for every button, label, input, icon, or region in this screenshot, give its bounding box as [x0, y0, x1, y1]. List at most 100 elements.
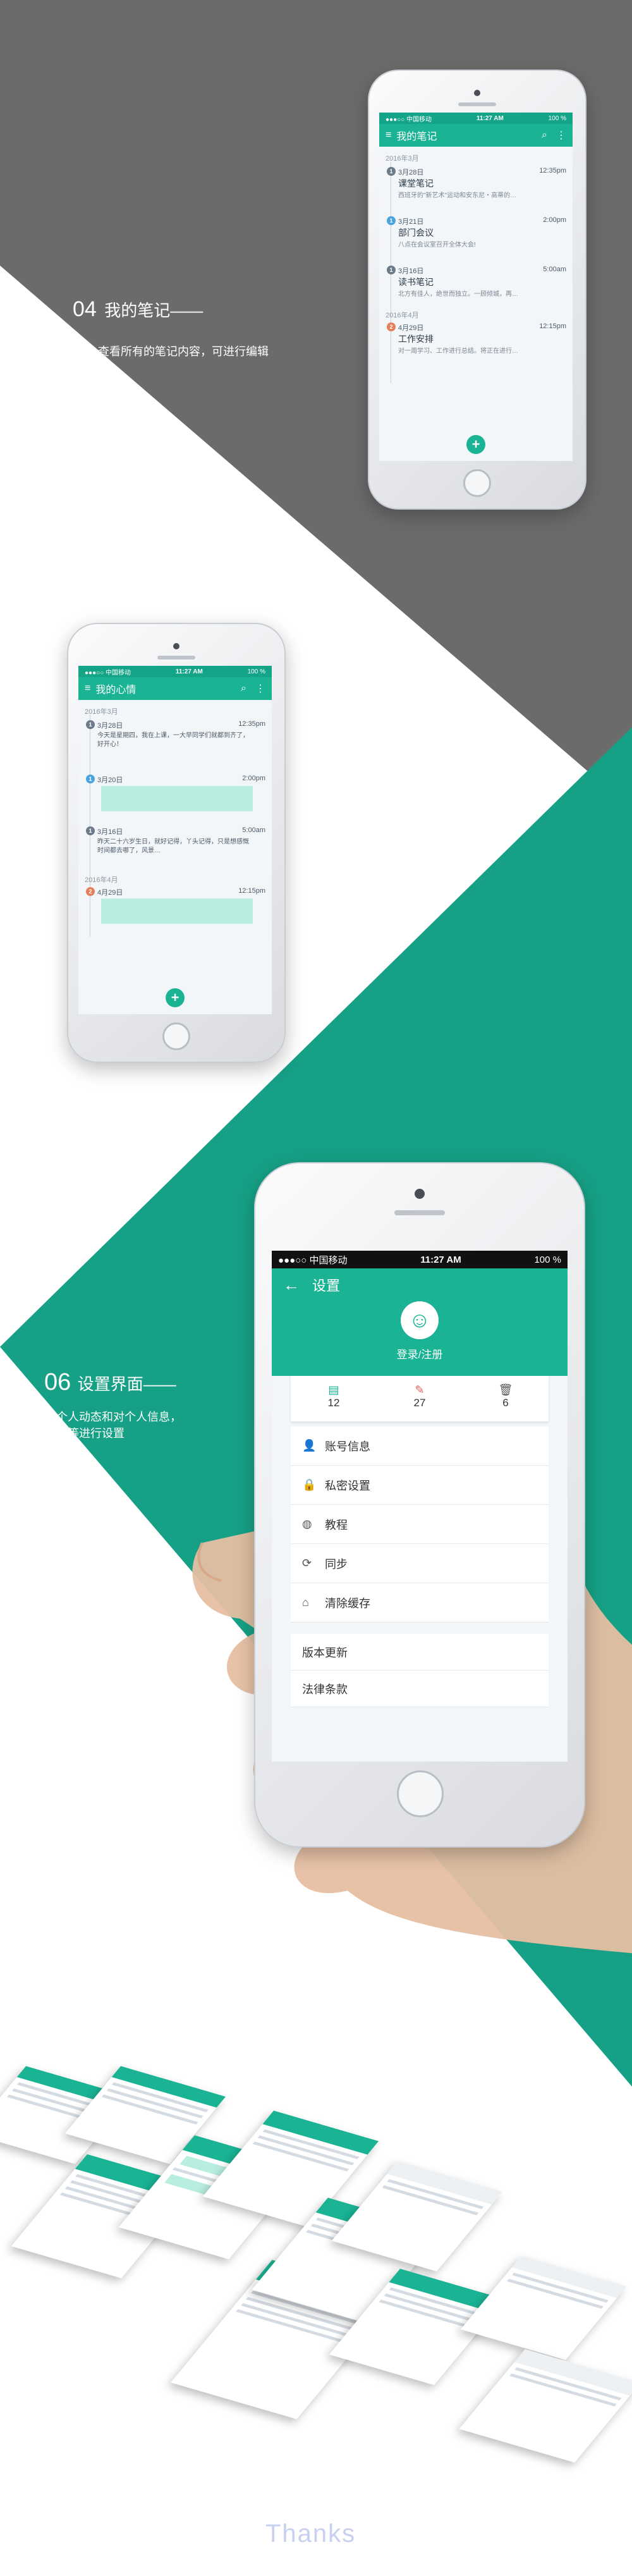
- notes-screen: ●●●○○ 中国移动 11:27 AM 100 % ≡ 我的笔记 ⌕ ⋮ 201…: [379, 113, 573, 461]
- note-time: 12:15pm: [539, 322, 566, 330]
- mood-date: 3月28日: [97, 722, 123, 730]
- timeline-dot: 1: [86, 720, 95, 729]
- note-title: 部门会议: [398, 228, 434, 238]
- note-entry[interactable]: 1 3月28日 12:35pm 课堂笔记 西班牙的"新艺术"运动和安东尼・高蒂的…: [379, 164, 573, 209]
- home-button[interactable]: [162, 1022, 190, 1050]
- battery: 100 %: [548, 114, 566, 122]
- mood-entry[interactable]: 1 3月16日 5:00am 昨天二十六岁生日，就好记得，丫头记得，只是想感慨时…: [78, 824, 272, 868]
- stats-bar: ▤ 12 ✎ 27 🗑 6: [291, 1376, 549, 1421]
- status-bar: ●●●○○ 中国移动 11:27 AM 100 %: [78, 666, 272, 677]
- settings-section-number: 06: [44, 1369, 71, 1395]
- note-excerpt: 对一周学习、工作进行总结。将正在进行…: [398, 348, 518, 355]
- notes-phone: ●●●○○ 中国移动 11:27 AM 100 % ≡ 我的笔记 ⌕ ⋮ 201…: [368, 70, 586, 510]
- stat-value: 12: [327, 1397, 340, 1409]
- mood-text: 今天是星期四，我在上课，一大早同学们就都到齐了，好开心！: [97, 732, 249, 748]
- search-icon[interactable]: ⌕: [542, 130, 547, 141]
- menu-sync[interactable]: ⟳ 同步: [291, 1544, 549, 1583]
- notes-section-title: 我的笔记——: [104, 301, 204, 320]
- menu-clear-cache[interactable]: ⌂ 清除缓存: [291, 1583, 549, 1622]
- settings-header: ← 设置 ☺ 登录/注册: [272, 1268, 568, 1376]
- note-date: 3月28日: [398, 169, 424, 176]
- group-date: 2016年4月: [386, 312, 419, 319]
- battery: 100 %: [534, 1254, 561, 1265]
- timeline-dot: 2: [387, 322, 396, 331]
- mood-time: 5:00am: [242, 826, 265, 834]
- clock: 11:27 AM: [175, 668, 203, 675]
- mood-date: 3月20日: [97, 776, 123, 784]
- settings-desc-line: 可查看个人动态和对个人信息，: [22, 1411, 181, 1423]
- timeline-dot: 1: [387, 167, 396, 176]
- avatar[interactable]: ☺: [401, 1301, 439, 1339]
- mood-entry[interactable]: 1 3月28日 12:35pm 今天是星期四，我在上课，一大早同学们就都到齐了，…: [78, 718, 272, 768]
- more-icon[interactable]: ⋮: [255, 682, 265, 695]
- note-excerpt: 西班牙的"新艺术"运动和安东尼・高蒂的…: [398, 192, 517, 199]
- mood-phone: ●●●○○ 中国移动 11:27 AM 100 % ≡ 我的心情 ⌕ ⋮ 201…: [67, 623, 286, 1063]
- settings-phone: ●●●○○ 中国移动 11:27 AM 100 % ← 设置 ☺ 登录/注册 ▤…: [254, 1162, 585, 1848]
- mood-date: 4月29日: [97, 889, 123, 897]
- menu-privacy[interactable]: 🔒 私密设置: [291, 1466, 549, 1505]
- carrier: ●●●○○ 中国移动: [278, 1254, 348, 1266]
- notes-title: 我的笔记: [396, 132, 437, 142]
- status-bar: ●●●○○ 中国移动 11:27 AM 100 %: [272, 1251, 568, 1268]
- settings-desc-line: 解锁密码等进行设置: [22, 1427, 125, 1440]
- settings-menu: 👤 账号信息 🔒 私密设置 ◍ 教程 ⟳ 同步 ⌂ 清除缓存: [291, 1426, 549, 1622]
- mood-time: 2:00pm: [242, 775, 265, 782]
- more-icon[interactable]: ⋮: [556, 129, 566, 142]
- note-title: 课堂笔记: [398, 178, 434, 188]
- mood-section-desc: 可查看所有的日记: [310, 847, 401, 859]
- note-date: 4月29日: [398, 324, 424, 332]
- settings-section-heading: 06 设置界面——: [44, 1369, 176, 1396]
- home-button[interactable]: [397, 1770, 444, 1817]
- notes-section-desc: 查看所有的笔记内容，可进行编辑: [98, 345, 269, 358]
- menu-account-info[interactable]: 👤 账号信息: [291, 1426, 549, 1466]
- note-excerpt: 八点在会议室召开全体大会!: [398, 242, 476, 248]
- menu-icon[interactable]: ≡: [386, 130, 391, 141]
- menu-label: 清除缓存: [325, 1597, 370, 1610]
- mood-time: 12:35pm: [238, 720, 265, 728]
- user-icon: 👤: [302, 1439, 317, 1452]
- note-entry[interactable]: 1 3月21日 2:00pm 部门会议 八点在会议室召开全体大会!: [379, 214, 573, 258]
- search-icon[interactable]: ⌕: [241, 683, 246, 694]
- note-time: 2:00pm: [543, 216, 566, 224]
- timeline-dot: 1: [86, 775, 95, 783]
- add-note-button[interactable]: +: [466, 435, 485, 454]
- mood-entry[interactable]: 1 3月20日 2:00pm: [78, 772, 272, 816]
- settings-section-desc: 可查看个人动态和对个人信息， 解锁密码等进行设置: [22, 1409, 181, 1442]
- note-entry[interactable]: 1 3月16日 5:00am 读书笔记 北方有佳人，绝世而独立。一顾倾城，再…: [379, 263, 573, 307]
- timeline-dot: 1: [387, 266, 396, 274]
- menu-label: 同步: [325, 1557, 348, 1571]
- menu-icon[interactable]: ≡: [85, 683, 90, 694]
- pin-icon: ✎: [415, 1383, 425, 1396]
- menu-label: 账号信息: [325, 1440, 370, 1453]
- trash-icon: 🗑: [498, 1383, 513, 1396]
- home-button[interactable]: [463, 469, 491, 497]
- menu-legal-terms[interactable]: 法律条款: [291, 1671, 549, 1707]
- stat-trash[interactable]: 🗑 6: [463, 1376, 549, 1421]
- front-camera: [474, 90, 480, 96]
- stat-pins[interactable]: ✎ 27: [377, 1376, 463, 1421]
- menu-version-update[interactable]: 版本更新: [291, 1634, 549, 1671]
- add-mood-button[interactable]: +: [166, 988, 185, 1007]
- login-register-link[interactable]: 登录/注册: [272, 1346, 568, 1361]
- collage-screen: [459, 2349, 632, 2463]
- lock-icon: 🔒: [302, 1478, 317, 1491]
- sync-icon: ⟳: [302, 1557, 312, 1569]
- menu-label: 私密设置: [325, 1479, 370, 1492]
- menu-tutorial[interactable]: ◍ 教程: [291, 1505, 549, 1544]
- settings-section-title: 设置界面——: [77, 1375, 176, 1394]
- back-arrow-icon[interactable]: ←: [283, 1275, 300, 1295]
- mood-image-placeholder: [101, 786, 253, 811]
- note-entry[interactable]: 2 4月29日 12:15pm 工作安排 对一周学习、工作进行总结。将正在进行…: [379, 320, 573, 364]
- stat-value: 6: [502, 1397, 509, 1409]
- carrier: ●●●○○ 中国移动: [85, 669, 131, 677]
- mood-entry[interactable]: 2 4月29日 12:15pm: [78, 885, 272, 929]
- mood-section-number: 05: [477, 806, 501, 830]
- mood-title: 我的心情: [95, 685, 137, 696]
- note-title: 读书笔记: [398, 277, 434, 287]
- front-camera: [415, 1189, 425, 1199]
- note-time: 12:35pm: [539, 167, 566, 175]
- note-date: 3月16日: [398, 267, 424, 275]
- clear-icon: ⌂: [302, 1596, 309, 1609]
- speaker: [458, 102, 496, 106]
- stat-notes[interactable]: ▤ 12: [291, 1376, 377, 1421]
